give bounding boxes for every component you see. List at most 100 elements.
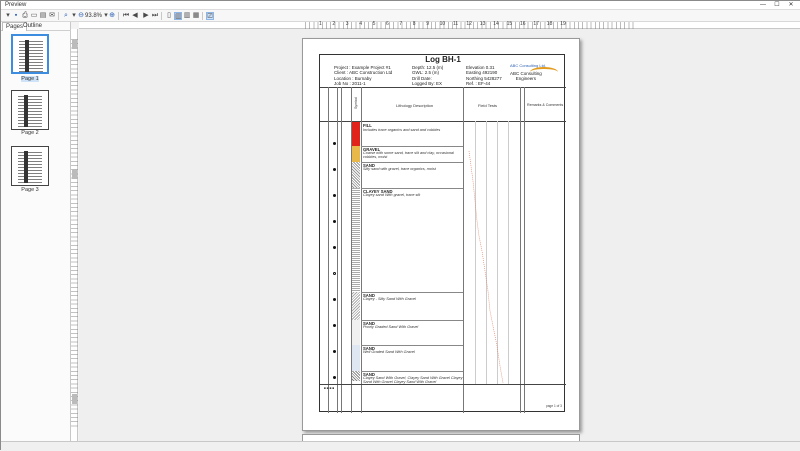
- minimize-button[interactable]: —: [757, 1, 769, 10]
- sample-dot: [333, 194, 336, 197]
- clayey-sand-gravel-symbol: [352, 371, 360, 381]
- job-number-label: Job No : 2011-1: [334, 81, 366, 87]
- preview-canvas[interactable]: Log BH-1 Project : Example Project #1 Cl…: [79, 29, 800, 444]
- page-thumbnail-label-2: Page 2: [21, 130, 39, 136]
- well-graded-sand-symbol: [352, 345, 360, 371]
- sample-dot: [333, 298, 336, 301]
- field-test-trace: [468, 150, 504, 384]
- ruler-number: 18: [546, 21, 553, 27]
- export-icon[interactable]: ▤: [39, 12, 47, 20]
- ruler-number: 6: [386, 21, 389, 27]
- sample-dot: [333, 142, 336, 145]
- window-title: Preview: [5, 2, 27, 8]
- ruler-number: 14: [493, 21, 499, 27]
- ruler-number: 7: [399, 21, 403, 27]
- sample-dot: [333, 168, 336, 171]
- sample-dot: [333, 376, 336, 379]
- page-navigation-panel: Pages Outline Page 1 Page 2 Page 3: [1, 22, 71, 441]
- next-page-icon[interactable]: ▶: [142, 12, 150, 20]
- zoom-tool-icon[interactable]: ⌕: [62, 12, 70, 20]
- sand-symbol: [352, 162, 360, 188]
- first-page-icon[interactable]: ⏮: [122, 12, 130, 20]
- tab-outline[interactable]: Outline: [20, 22, 45, 31]
- page-thumbnail-3[interactable]: [11, 146, 49, 186]
- ruler-number: 13: [479, 21, 486, 27]
- horizontal-ruler: 1 2 3 4 5 6 7 8 9 10 11 12 13 14 15 16 17 18 19: [79, 21, 800, 29]
- single-page-icon[interactable]: ▯: [165, 12, 173, 20]
- top-margin-handle[interactable]: [72, 39, 77, 49]
- ruler-number: 1: [319, 21, 322, 27]
- ruler-number: 17: [533, 21, 539, 27]
- zoom-in-icon[interactable]: ⊕: [108, 12, 116, 20]
- page-footer: page 1 of 3: [546, 404, 562, 408]
- ruler-number: 12: [466, 21, 472, 27]
- page-thumbnail-2[interactable]: [11, 90, 49, 130]
- multi-page-icon[interactable]: ▦: [192, 12, 200, 20]
- sample-dot: [333, 324, 336, 327]
- page-thumbnail-label-3: Page 3: [21, 187, 39, 193]
- page-1: Log BH-1 Project : Example Project #1 Cl…: [302, 38, 580, 431]
- ruler-number: 11: [453, 21, 459, 27]
- company-logo: [530, 67, 558, 77]
- layer-5-desc: Clayey - Silty Sand With Gravel: [363, 297, 416, 301]
- vertical-ruler-marker[interactable]: [72, 169, 77, 179]
- ruler-number: 2: [332, 21, 336, 27]
- page-settings-icon[interactable]: ⎚: [206, 12, 214, 20]
- email-icon[interactable]: ✉: [48, 12, 56, 20]
- gravel-symbol: [352, 146, 360, 162]
- save-icon[interactable]: ▪: [12, 12, 20, 20]
- maximize-button[interactable]: ☐: [771, 1, 783, 10]
- field-tests-header: Field Tests: [478, 103, 498, 108]
- two-pages-icon[interactable]: ▥: [183, 12, 191, 20]
- page-setup-icon[interactable]: ▭: [30, 12, 38, 20]
- layer-6-desc: Poorly Graded Sand With Gravel: [363, 325, 419, 329]
- ruler-number: 3: [345, 21, 349, 27]
- preview-window: Preview — ☐ ✕ ▾ ▪ ⎙ ▭ ▤ ✉ ⌕ ▾ ⊖ 93.8% ▾ …: [0, 0, 800, 451]
- ruler-number: 19: [560, 21, 566, 27]
- layer-3-desc: Silty sand with gravel, trace organics, …: [363, 167, 436, 171]
- lithology-header: Lithology Description: [396, 103, 434, 108]
- bottom-margin-handle[interactable]: [72, 394, 77, 404]
- layer-1-desc: Includes trace organics and sand and cob…: [363, 128, 441, 132]
- layer-4-desc: Clayey sand With gravel, trace silt: [363, 193, 421, 197]
- layer-7-desc: Well Graded Sand With Gravel: [363, 350, 415, 354]
- symbol-header: Symbol: [354, 97, 358, 109]
- ruler-number: 16: [520, 21, 526, 27]
- open-icon[interactable]: ▾: [4, 12, 12, 20]
- silty-sand-symbol: [352, 292, 360, 320]
- project-info: Project : Example Project #1 Client : AB…: [334, 65, 392, 87]
- ruler-number: 9: [426, 21, 429, 27]
- logged-by-label: Logged By: EX: [412, 81, 443, 87]
- remarks-header: Remarks & Comments: [527, 103, 564, 107]
- ruler-number: 4: [359, 21, 362, 27]
- sample-dot: [333, 350, 336, 353]
- zoom-out-icon[interactable]: ⊖: [77, 12, 85, 20]
- continuous-page-icon[interactable]: ▥: [174, 12, 182, 20]
- panel-tabs: Pages Outline: [1, 22, 71, 31]
- company-line-2: Engineers: [515, 76, 537, 82]
- close-button[interactable]: ✕: [785, 1, 797, 10]
- sample-dot-hollow: [333, 272, 336, 275]
- print-icon[interactable]: ⎙: [21, 12, 29, 20]
- page-thumbnail-label-1: Page 1: [21, 76, 39, 82]
- sample-dot: [333, 246, 336, 249]
- borehole-log: Log BH-1 Project : Example Project #1 Cl…: [319, 54, 566, 413]
- clayey-sand-symbol: [352, 188, 360, 292]
- layer-2-desc-cont: cobbles, moist: [363, 155, 388, 159]
- ruler-number: 10: [439, 21, 446, 27]
- title-bar: Preview — ☐ ✕: [1, 1, 800, 10]
- ruler-number: 8: [412, 21, 416, 27]
- fill-symbol: [352, 122, 360, 146]
- previous-page-icon[interactable]: ◀: [131, 12, 139, 20]
- drilling-info: Depth: 12.5 (m) GWL: 2.5 (m) Drill Date:…: [412, 65, 443, 87]
- vertical-ruler: [71, 29, 78, 441]
- coordinates-info: Elevation 0.31 Easting 492190 Northing 5…: [466, 65, 502, 87]
- poorly-graded-sand-symbol: [352, 320, 360, 345]
- page-thumbnail-1[interactable]: [11, 34, 49, 74]
- sample-dot: [333, 220, 336, 223]
- ruler-number: 15: [506, 21, 513, 27]
- last-page-icon[interactable]: ⏭: [151, 12, 159, 20]
- legend-item: ■ ■ ■ ■: [324, 386, 335, 390]
- ref-label: Ref. : EF-44: [466, 81, 491, 87]
- ruler-number: 5: [372, 21, 376, 27]
